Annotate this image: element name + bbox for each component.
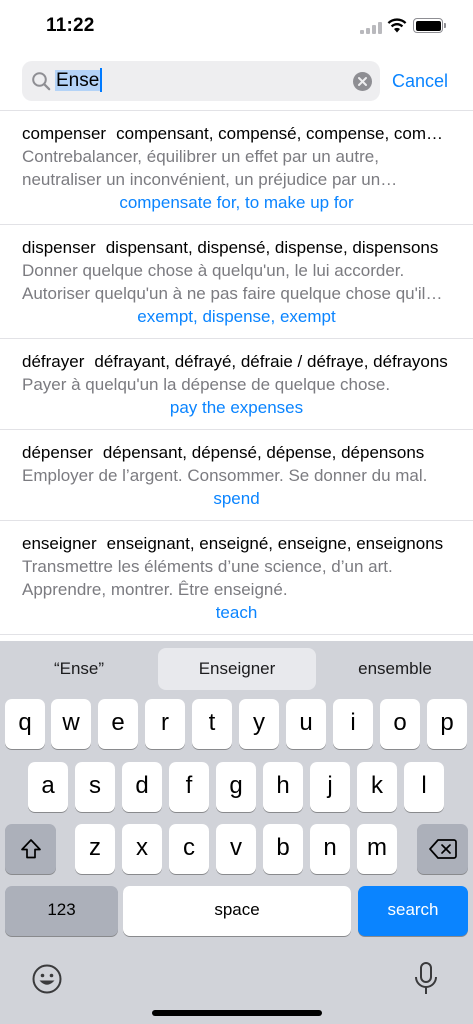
entry-translation: pay the expenses: [169, 398, 304, 417]
key-y[interactable]: y: [239, 699, 279, 749]
key-k[interactable]: k: [357, 762, 397, 812]
cellular-signal-icon: [360, 22, 382, 34]
entry-verb: défrayer: [22, 352, 85, 371]
status-time: 11:22: [46, 15, 95, 36]
key-l[interactable]: l: [404, 762, 444, 812]
suggestion-3[interactable]: ensemble: [322, 648, 468, 690]
battery-icon: [413, 18, 443, 33]
key-n[interactable]: n: [310, 824, 350, 874]
entry-translation: compensate for, to make up for: [119, 193, 354, 212]
shift-icon: [20, 839, 41, 859]
entry-definition: Contrebalancer, équilibrer un effet par …: [22, 147, 381, 189]
key-s[interactable]: s: [75, 762, 115, 812]
wifi-icon: [387, 18, 407, 33]
search-icon: [32, 72, 51, 91]
home-indicator: [152, 1010, 322, 1016]
key-e[interactable]: e: [98, 699, 138, 749]
key-b[interactable]: b: [263, 824, 303, 874]
entry-definition: Payer à quelqu'un la dépense de quelque …: [22, 375, 391, 394]
clear-search-button[interactable]: [353, 72, 372, 91]
entry-verb: dispenser: [22, 238, 96, 257]
entry-translation: teach: [215, 603, 258, 622]
microphone-icon[interactable]: [413, 961, 439, 997]
suggestion-2[interactable]: Enseigner: [158, 648, 316, 690]
key-u[interactable]: u: [286, 699, 326, 749]
list-item[interactable]: compenser compensant, compensé, compense,…: [0, 111, 473, 225]
entry-heading: dépenser dépensant, dépensé, dépense, dép…: [22, 442, 451, 464]
search-key[interactable]: search: [358, 886, 468, 936]
entry-definition: Donner quelque chose à quelqu'un, le lui…: [22, 261, 426, 303]
text-caret: [100, 68, 103, 92]
status-bar: 11:22: [0, 0, 473, 54]
shift-key[interactable]: [5, 824, 56, 874]
search-query[interactable]: Ense: [55, 68, 103, 94]
key-p[interactable]: p: [427, 699, 467, 749]
list-item[interactable]: dépenser dépensant, dépensé, dépense, dép…: [0, 430, 473, 521]
key-f[interactable]: f: [169, 762, 209, 812]
suggestion-1[interactable]: “Ense”: [6, 648, 152, 690]
cancel-button[interactable]: Cancel: [392, 69, 448, 93]
emoji-icon[interactable]: [31, 963, 63, 995]
entry-heading: défrayer défrayant, défrayé, défraie / dé…: [22, 351, 451, 373]
backspace-icon: [428, 839, 457, 859]
entry-heading: enseigner enseignant, enseigné, enseigne,…: [22, 533, 451, 555]
key-v[interactable]: v: [216, 824, 256, 874]
entry-verb: dépenser: [22, 443, 93, 462]
results-list[interactable]: compenser compensant, compensé, compense,…: [0, 111, 473, 641]
key-t[interactable]: t: [192, 699, 232, 749]
list-item[interactable]: enseigner enseignant, enseigné, enseigne,…: [0, 521, 473, 635]
entry-forms: défrayant, défrayé, défraie / défraye, d…: [94, 352, 448, 371]
list-item[interactable]: dispenser dispensant, dispensé, dispense,…: [0, 225, 473, 339]
key-j[interactable]: j: [310, 762, 350, 812]
numbers-key[interactable]: 123: [5, 886, 118, 936]
keyboard: “Ense” Enseigner ensemble q w e r t y u …: [0, 641, 473, 1024]
key-g[interactable]: g: [216, 762, 256, 812]
entry-forms: dépensant, dépensé, dépense, dépensons: [102, 443, 425, 462]
entry-definition: Transmettre les éléments d’une science, …: [22, 557, 393, 599]
search-input[interactable]: Ense: [22, 61, 380, 101]
entry-definition: Employer de l’argent. Consommer. Se donn…: [22, 466, 428, 485]
entry-translation: spend: [213, 489, 260, 508]
key-d[interactable]: d: [122, 762, 162, 812]
key-q[interactable]: q: [5, 699, 45, 749]
entry-verb: enseigner: [22, 534, 97, 553]
space-key[interactable]: space: [123, 886, 351, 936]
entry-forms: dispensant, dispensé, dispense, dispenso…: [105, 238, 439, 257]
entry-heading: compenser compensant, compensé, compense,…: [22, 123, 451, 145]
key-r[interactable]: r: [145, 699, 185, 749]
entry-forms: compensant, compensé, compense, compenso…: [116, 124, 451, 143]
key-z[interactable]: z: [75, 824, 115, 874]
search-query-text: Ense: [55, 70, 101, 91]
key-o[interactable]: o: [380, 699, 420, 749]
key-i[interactable]: i: [333, 699, 373, 749]
list-item[interactable]: défrayer défrayant, défrayé, défraie / dé…: [0, 339, 473, 430]
entry-forms: enseignant, enseigné, enseigne, enseigno…: [106, 534, 444, 553]
entry-heading: dispenser dispensant, dispensé, dispense,…: [22, 237, 451, 259]
key-m[interactable]: m: [357, 824, 397, 874]
key-w[interactable]: w: [51, 699, 91, 749]
key-x[interactable]: x: [122, 824, 162, 874]
key-h[interactable]: h: [263, 762, 303, 812]
entry-translation: exempt, dispense, exempt: [137, 307, 336, 326]
backspace-key[interactable]: [417, 824, 468, 874]
key-c[interactable]: c: [169, 824, 209, 874]
close-icon: [358, 77, 367, 86]
key-a[interactable]: a: [28, 762, 68, 812]
entry-verb: compenser: [22, 124, 107, 143]
